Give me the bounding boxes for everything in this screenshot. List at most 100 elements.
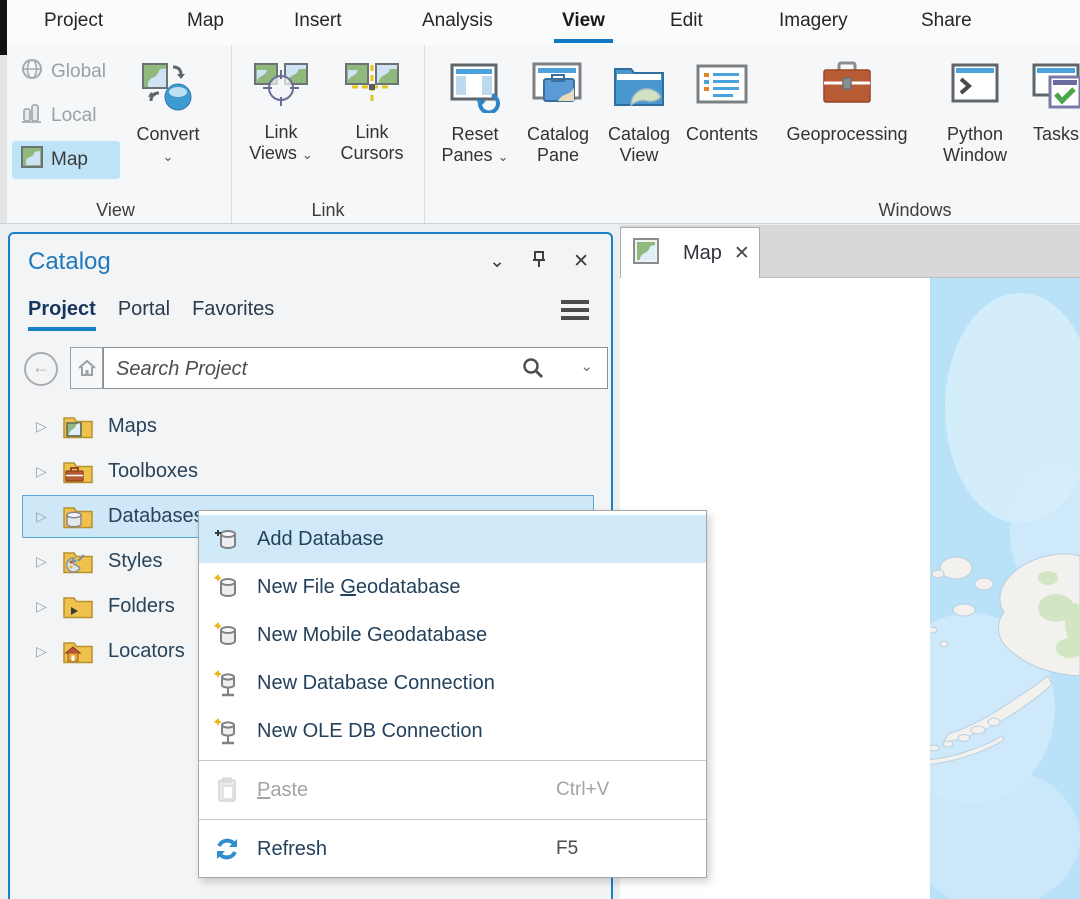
catalog-view-label: Catalog View [608,124,670,165]
map-label: Map [51,149,88,171]
global-button[interactable]: Global [12,53,120,91]
back-arrow-icon[interactable]: ← [24,352,58,386]
catalog-tab-project[interactable]: Project [28,298,96,331]
window-edge [0,0,7,55]
python-window-label: Python Window [943,124,1007,165]
database-connection-icon [213,717,241,745]
chevron-down-icon: ⌄ [163,149,174,164]
folders-icon [62,594,94,620]
menu-item-new-ole-db-connection[interactable]: New OLE DB Connection [199,707,706,755]
paste-icon [213,776,241,804]
close-icon[interactable]: ✕ [573,250,589,274]
ribbon-tab-row: Project Map Insert Analysis View Edit Im… [0,0,1080,45]
link-cursors-button[interactable]: Link Cursors [328,53,416,193]
search-icon[interactable] [521,356,545,385]
menu-item-add-database[interactable]: Add Database [199,515,706,563]
link-views-icon [252,61,310,116]
link-cursors-icon [343,61,401,116]
map-tab-label: Map [683,242,722,265]
catalog-tabs: Project Portal Favorites [28,298,274,331]
map-view-tab[interactable]: Map ✕ [620,227,760,278]
tree-item-label: Styles [108,550,162,573]
styles-folder-icon [62,549,94,575]
ribbon-tab-view[interactable]: View [558,0,609,45]
menu-separator [199,760,706,761]
chevron-down-icon: ⌄ [498,149,509,164]
databases-folder-icon [62,504,94,530]
ribbon-tab-insert[interactable]: Insert [290,0,346,45]
map-basemap-alaska [930,278,1080,899]
pin-icon[interactable] [531,250,547,274]
catalog-pane-icon [530,61,586,118]
catalog-pane-button[interactable]: Catalog Pane [517,53,599,193]
ribbon-tab-share[interactable]: Share [917,0,976,45]
catalog-pane-label: Catalog Pane [527,124,589,165]
menu-separator [199,819,706,820]
tree-item-maps[interactable]: ▷ Maps [10,404,610,449]
catalog-tab-portal[interactable]: Portal [118,298,170,331]
reset-panes-button[interactable]: Reset Panes ⌄ [433,53,517,193]
reset-panes-icon [446,61,504,118]
search-input[interactable] [114,348,508,390]
map-button[interactable]: Map [12,141,120,179]
expand-arrow-icon[interactable]: ▷ [36,598,52,615]
expand-arrow-icon[interactable]: ▷ [36,643,52,660]
link-cursors-label: Link Cursors [340,122,403,163]
tree-item-label: Folders [108,595,175,618]
home-icon [77,358,97,378]
catalog-tab-favorites[interactable]: Favorites [192,298,274,331]
ribbon-tab-map[interactable]: Map [183,0,228,45]
map-thumbnail-icon [633,238,659,269]
menu-item-label: Paste [257,779,308,802]
menu-item-new-database-connection[interactable]: New Database Connection [199,659,706,707]
home-button[interactable] [70,347,103,389]
catalog-view-icon [611,61,667,118]
local-button[interactable]: Local [12,97,120,135]
tasks-icon [1028,61,1080,118]
contents-button[interactable]: Contents [679,53,765,193]
window-edge-lower [0,55,7,223]
expand-arrow-icon[interactable]: ▷ [36,508,52,525]
menu-item-new-file-geodatabase[interactable]: New File Geodatabase [199,563,706,611]
convert-label: Convert [136,124,199,144]
maps-folder-icon [62,414,94,440]
menu-item-label: New Mobile Geodatabase [257,624,487,647]
database-add-icon [213,525,241,553]
ribbon-group-link: Link Views ⌄ Link C [232,45,425,223]
ribbon-tab-project[interactable]: Project [40,0,107,45]
database-new-icon [213,621,241,649]
ribbon-body: Global Local Map [0,45,1080,223]
tasks-button[interactable]: Tasks [1021,53,1080,193]
tree-item-label: Locators [108,640,185,663]
menu-item-paste[interactable]: Paste Ctrl+V [199,766,706,814]
menu-item-refresh[interactable]: Refresh F5 [199,825,706,873]
context-menu: Add Database New File Geodatabase New Mo… [198,510,707,878]
expand-arrow-icon[interactable]: ▷ [36,418,52,435]
menu-item-new-mobile-geodatabase[interactable]: New Mobile Geodatabase [199,611,706,659]
tree-item-toolboxes[interactable]: ▷ Toolboxes [10,449,610,494]
convert-button[interactable]: Convert ⌄ [120,53,216,193]
ribbon-tab-edit[interactable]: Edit [666,0,707,45]
database-new-icon [213,573,241,601]
ribbon-tab-analysis[interactable]: Analysis [418,0,497,45]
tree-item-label: Maps [108,415,157,438]
chevron-down-icon[interactable]: ⌄ [489,250,505,274]
ribbon-tab-imagery[interactable]: Imagery [775,0,852,45]
geoprocessing-button[interactable]: Geoprocessing [765,53,929,193]
catalog-view-button[interactable]: Catalog View [599,53,679,193]
menu-icon[interactable] [561,300,589,324]
map-icon [20,145,44,175]
menu-item-label: New File Geodatabase [257,576,460,599]
python-window-button[interactable]: Python Window [929,53,1021,193]
close-icon[interactable]: ✕ [734,242,750,265]
menu-item-label: Refresh [257,838,327,861]
contents-icon [693,61,751,118]
chevron-down-icon[interactable]: ⌄ [580,357,593,375]
geoprocessing-toolbox-icon [819,61,875,118]
geoprocessing-label: Geoprocessing [786,124,907,144]
link-views-button[interactable]: Link Views ⌄ [242,53,320,193]
catalog-search-row: ← ⌄ [22,346,600,390]
expand-arrow-icon[interactable]: ▷ [36,553,52,570]
expand-arrow-icon[interactable]: ▷ [36,463,52,480]
globe-icon [20,57,44,87]
